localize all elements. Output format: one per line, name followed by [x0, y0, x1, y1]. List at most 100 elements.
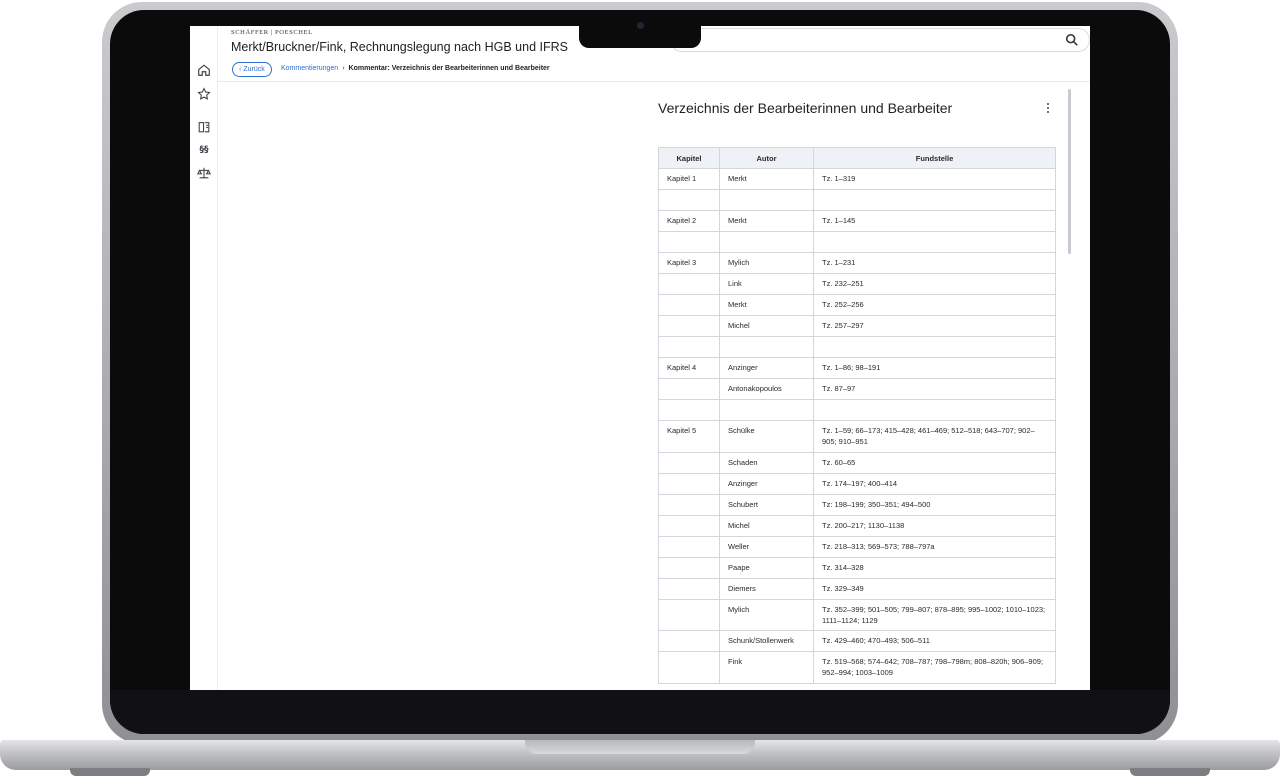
cell-autor: Merkt	[719, 168, 814, 190]
cell-autor: Diemers	[719, 577, 814, 600]
cell-fundstelle: Tz. 1–319	[813, 168, 1056, 190]
laptop-base-groove	[525, 740, 755, 754]
table-row: Diemers Tz. 329–349	[658, 577, 1056, 600]
laptop-foot-right	[1130, 768, 1210, 776]
camera-notch	[579, 26, 701, 48]
cell-fundstelle: Tz. 174–197; 400–414	[813, 472, 1056, 495]
table-row	[658, 189, 1056, 211]
cell-autor: Schunk/Stollenwerk	[719, 630, 814, 652]
cell-fundstelle: Tz. 232–251	[813, 273, 1056, 295]
table-header-row: Kapitel Autor Fundstelle	[658, 147, 1056, 169]
star-icon[interactable]	[196, 86, 212, 102]
back-button[interactable]: ‹ Zurück	[232, 62, 272, 77]
cell-autor: Schülke	[719, 420, 814, 453]
column-header-fundstelle: Fundstelle	[813, 147, 1056, 169]
more-options-icon[interactable]	[1044, 101, 1052, 115]
chevron-left-icon: ‹	[239, 66, 242, 73]
cell-autor	[719, 231, 814, 253]
section-title: Verzeichnis der Bearbeiterinnen und Bear…	[658, 100, 953, 116]
screen-chin	[110, 690, 1170, 734]
cell-autor: Mylich	[719, 252, 814, 274]
table-row	[658, 231, 1056, 253]
cell-kapitel	[658, 378, 720, 400]
cell-kapitel	[658, 294, 720, 316]
table-row: Kapitel 1 Merkt Tz. 1–319	[658, 168, 1056, 190]
cell-fundstelle: Tz. 1–231	[813, 252, 1056, 274]
cell-kapitel: Kapitel 2	[658, 210, 720, 232]
table-row: Fink Tz. 519–568; 574–642; 708–787; 798–7…	[658, 651, 1056, 684]
search-input[interactable]	[670, 28, 1090, 52]
cell-autor: Paape	[719, 556, 814, 579]
paragraph-icon[interactable]: §§	[196, 142, 212, 158]
table-row: Kapitel 4 Anzinger Tz. 1–86; 98–191	[658, 357, 1056, 379]
documents-icon[interactable]	[196, 119, 212, 135]
cell-autor: Schaden	[719, 451, 814, 474]
table-row: Anzinger Tz. 174–197; 400–414	[658, 472, 1056, 495]
scales-icon[interactable]	[196, 165, 212, 181]
cell-fundstelle: Tz. 257–297	[813, 315, 1056, 337]
cell-autor: Link	[719, 273, 814, 295]
breadcrumb-link-kommentierungen[interactable]: Kommentierungen	[281, 65, 338, 72]
cell-autor: Merkt	[719, 294, 814, 316]
cell-fundstelle: Tz. 519–568; 574–642; 708–787; 798–798m;…	[813, 651, 1056, 684]
cell-fundstelle	[813, 189, 1056, 211]
table-row	[658, 336, 1056, 358]
table-row: Kapitel 5 Schülke Tz. 1–59; 66–173; 415–42…	[658, 420, 1056, 453]
cell-kapitel	[658, 315, 720, 337]
cell-kapitel	[658, 399, 720, 421]
cell-kapitel	[658, 336, 720, 358]
page-title: Merkt/Bruckner/Fink, Rechnungslegung nac…	[231, 40, 568, 54]
cell-kapitel: Kapitel 5	[658, 420, 720, 453]
cell-fundstelle: Tz. 1–59; 66–173; 415–428; 461–469; 512–…	[813, 420, 1056, 453]
cell-autor: Antonakopoulos	[719, 378, 814, 400]
table-row: Merkt Tz. 252–256	[658, 294, 1056, 316]
scrollbar[interactable]	[1068, 89, 1071, 254]
cell-fundstelle: Tz. 352–399; 501–505; 799–807; 878–895; …	[813, 598, 1056, 631]
table-row: Schubert Tz: 198–199; 350–351; 494–500	[658, 493, 1056, 516]
cell-kapitel	[658, 451, 720, 474]
table-row: Antonakopoulos Tz. 87–97	[658, 378, 1056, 400]
cell-fundstelle: Tz. 429–460; 470–493; 506–511	[813, 630, 1056, 652]
cell-fundstelle: Tz. 1–145	[813, 210, 1056, 232]
breadcrumb: Kommentierungen › Kommentar: Verzeichnis…	[281, 65, 550, 72]
cell-autor: Merkt	[719, 210, 814, 232]
cell-kapitel	[658, 651, 720, 684]
cell-kapitel: Kapitel 1	[658, 168, 720, 190]
cell-fundstelle: Tz. 60–65	[813, 451, 1056, 474]
search-icon[interactable]	[1065, 33, 1079, 47]
cell-kapitel	[658, 556, 720, 579]
cell-kapitel	[658, 577, 720, 600]
cell-kapitel	[658, 493, 720, 516]
cell-autor: Schubert	[719, 493, 814, 516]
table-row: Mylich Tz. 352–399; 501–505; 799–807; 878…	[658, 598, 1056, 631]
cell-autor: Michel	[719, 514, 814, 537]
cell-autor: Anzinger	[719, 472, 814, 495]
cell-fundstelle: Tz. 252–256	[813, 294, 1056, 316]
cell-kapitel	[658, 535, 720, 558]
laptop-foot-left	[70, 768, 150, 776]
breadcrumb-current: Kommentar: Verzeichnis der Bearbeiterinn…	[348, 65, 550, 72]
cell-autor: Michel	[719, 315, 814, 337]
cell-kapitel	[658, 472, 720, 495]
cell-fundstelle	[813, 231, 1056, 253]
cell-fundstelle: Tz. 200–217; 1130–1138	[813, 514, 1056, 537]
app-screen: §§ SCHÄFFER | POESCHEL Merkt/Bruckner/Fi…	[190, 26, 1090, 690]
cell-autor: Mylich	[719, 598, 814, 631]
table-row: Link Tz. 232–251	[658, 273, 1056, 295]
left-rail: §§	[190, 26, 218, 690]
cell-fundstelle: Tz: 198–199; 350–351; 494–500	[813, 493, 1056, 516]
table-row: Schunk/Stollenwerk Tz. 429–460; 470–493; …	[658, 630, 1056, 652]
table-row: Michel Tz. 257–297	[658, 315, 1056, 337]
cell-kapitel: Kapitel 3	[658, 252, 720, 274]
cell-kapitel	[658, 630, 720, 652]
cell-kapitel	[658, 514, 720, 537]
cell-fundstelle: Tz. 218–313; 569–573; 788–797a	[813, 535, 1056, 558]
cell-fundstelle: Tz. 1–86; 98–191	[813, 357, 1056, 379]
cell-autor	[719, 399, 814, 421]
cell-kapitel	[658, 273, 720, 295]
cell-kapitel	[658, 189, 720, 211]
home-icon[interactable]	[196, 62, 212, 78]
cell-kapitel: Kapitel 4	[658, 357, 720, 379]
cell-autor	[719, 336, 814, 358]
cell-autor: Fink	[719, 651, 814, 684]
